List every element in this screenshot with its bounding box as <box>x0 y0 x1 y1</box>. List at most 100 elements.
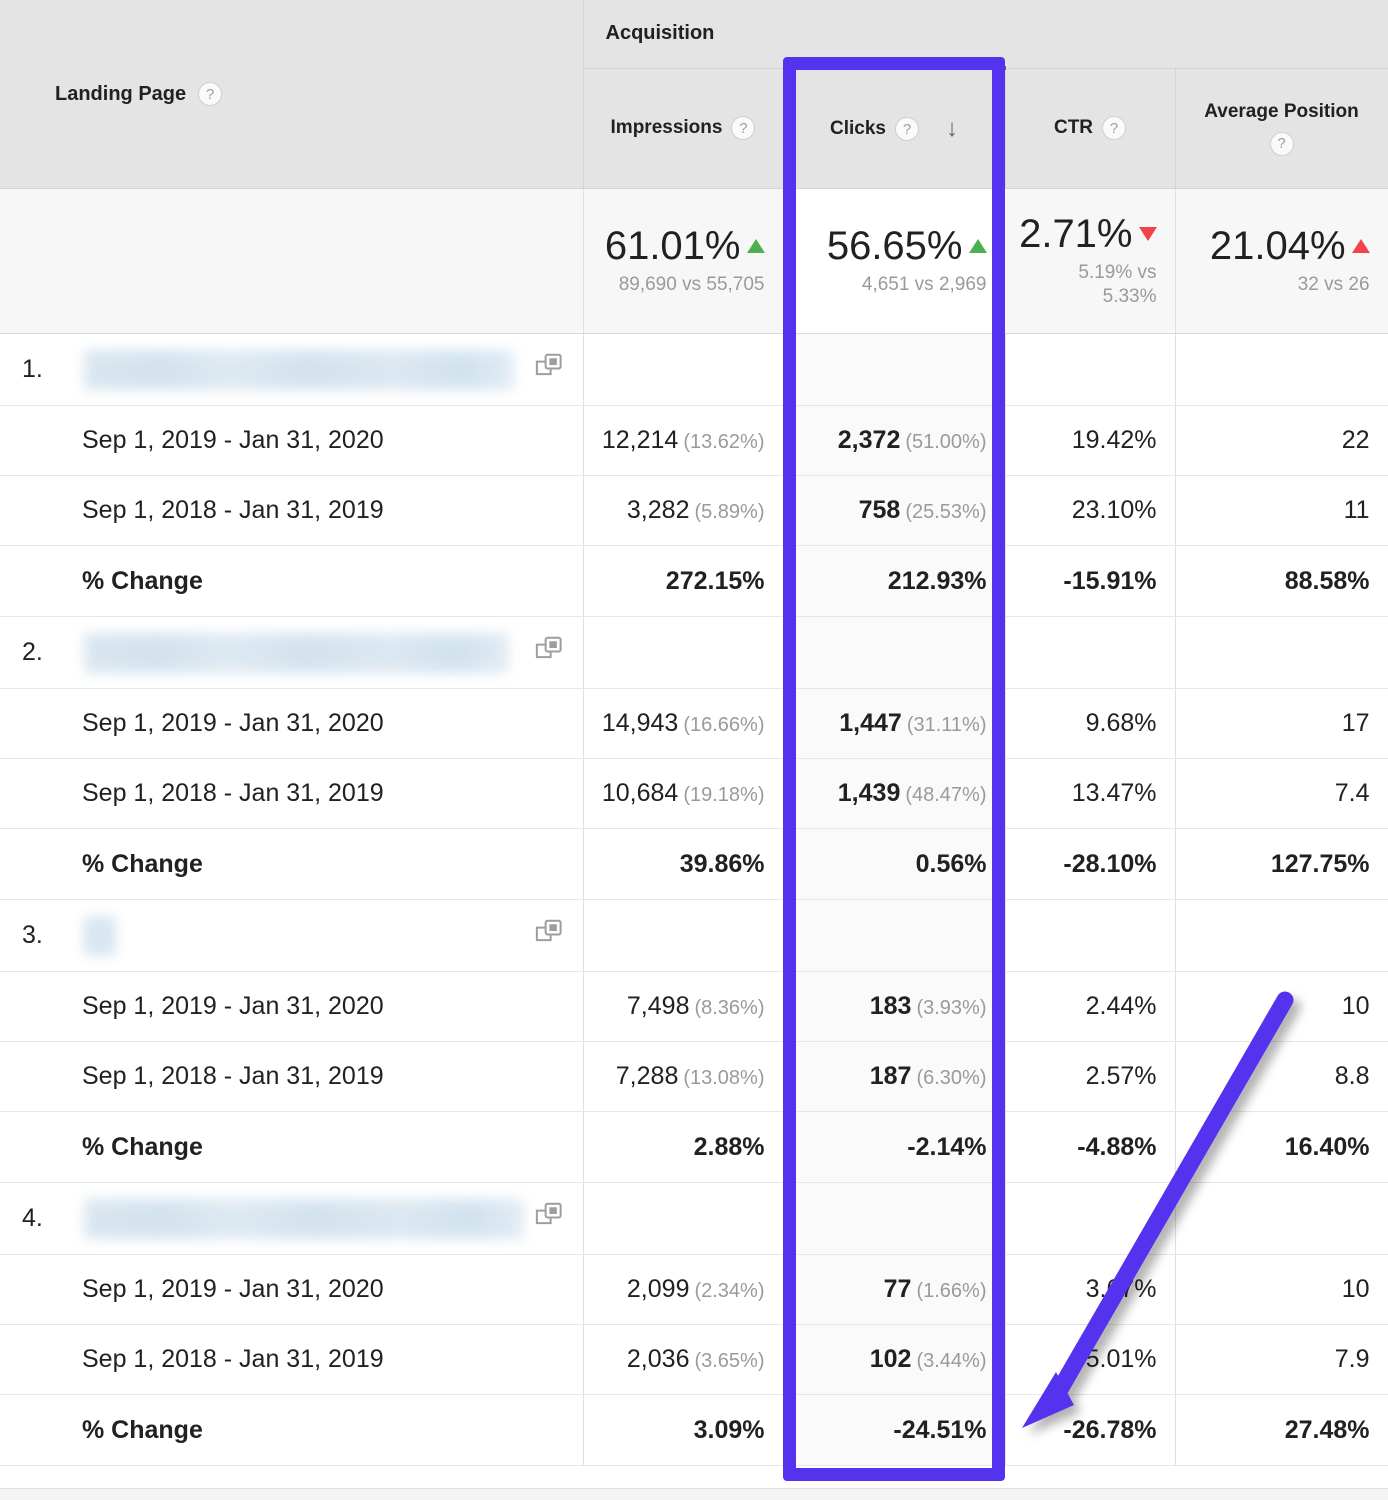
landing-page-cell[interactable]: 2. <box>0 617 583 689</box>
ctr-cell-value: 2.57% <box>1086 1062 1157 1090</box>
summary-impressions-cell: 61.01% 89,690 vs 55,705 <box>583 189 783 334</box>
ctr-cell: 2.44% <box>1005 972 1175 1042</box>
clicks-cell-value: 187 <box>870 1062 912 1090</box>
period-row: Sep 1, 2018 - Jan 31, 20197,288(13.08%)1… <box>0 1042 1388 1112</box>
impressions-cell-share: (2.34%) <box>694 1280 764 1302</box>
ctr-cell-value: 5.01% <box>1086 1345 1157 1373</box>
bottom-edge-strip <box>0 1488 1388 1500</box>
landing-page-header-cell[interactable]: Landing Page ? <box>0 0 583 189</box>
group-row-clicks-blank <box>783 900 1005 972</box>
change-ctr-cell-value: -26.78% <box>1063 1416 1156 1444</box>
ctr-cell: 19.42% <box>1005 406 1175 476</box>
group-row-ctr-blank <box>1005 617 1175 689</box>
summary-ctr-trend-icon <box>1139 227 1157 241</box>
impressions-cell: 10,684(19.18%) <box>583 759 783 829</box>
landing-page-group-row[interactable]: 3. <box>0 900 1388 972</box>
open-in-new-window-icon[interactable] <box>535 351 565 388</box>
change-clicks-cell: 212.93% <box>783 546 1005 617</box>
ctr-cell-value: 19.42% <box>1072 426 1157 454</box>
average-position-cell: 17 <box>1175 689 1388 759</box>
redacted-landing-page-url[interactable] <box>84 916 116 956</box>
ctr-cell: 3.67% <box>1005 1255 1175 1325</box>
impressions-cell-value: 12,214 <box>602 426 678 454</box>
column-header-ctr[interactable]: CTR ? <box>1005 68 1175 188</box>
change-average-position-cell: 27.48% <box>1175 1395 1388 1466</box>
clicks-cell-value: 1,439 <box>838 779 901 807</box>
group-row-clicks-blank <box>783 334 1005 406</box>
change-average-position-cell: 16.40% <box>1175 1112 1388 1183</box>
clicks-cell-share: (31.11%) <box>907 714 987 736</box>
period-row: Sep 1, 2019 - Jan 31, 202014,943(16.66%)… <box>0 689 1388 759</box>
change-average-position-cell: 88.58% <box>1175 546 1388 617</box>
impressions-cell-value: 14,943 <box>602 709 678 737</box>
average-position-cell: 10 <box>1175 972 1388 1042</box>
period-row: Sep 1, 2019 - Jan 31, 20207,498(8.36%)18… <box>0 972 1388 1042</box>
clicks-cell-share: (6.30%) <box>916 1067 986 1089</box>
redacted-landing-page-url[interactable] <box>84 1199 524 1239</box>
percent-change-row: % Change2.88%-2.14%-4.88%16.40% <box>0 1112 1388 1183</box>
landing-page-help-icon[interactable]: ? <box>198 82 222 106</box>
column-header-average-position-label: Average Position <box>1204 101 1359 123</box>
clicks-help-icon[interactable]: ? <box>895 117 919 141</box>
column-header-average-position[interactable]: Average Position ? <box>1175 68 1388 188</box>
column-header-clicks[interactable]: Clicks ? ↓ <box>783 68 1005 188</box>
change-impressions-cell-value: 3.09% <box>694 1416 765 1444</box>
impressions-cell-value: 7,498 <box>627 992 690 1020</box>
change-clicks-cell-value: 0.56% <box>916 850 987 878</box>
open-in-new-window-icon[interactable] <box>535 634 565 671</box>
ctr-cell: 9.68% <box>1005 689 1175 759</box>
redacted-landing-page-url[interactable] <box>84 633 509 673</box>
summary-ctr-compare: 5.19% vs 5.33% <box>1024 261 1157 309</box>
change-ctr-cell: -28.10% <box>1005 829 1175 900</box>
summary-landing-page-blank <box>0 189 583 334</box>
period-row: Sep 1, 2018 - Jan 31, 20192,036(3.65%)10… <box>0 1325 1388 1395</box>
change-clicks-cell: -24.51% <box>783 1395 1005 1466</box>
landing-page-cell[interactable]: 3. <box>0 900 583 972</box>
sort-descending-icon[interactable]: ↓ <box>946 115 958 143</box>
change-impressions-cell: 39.86% <box>583 829 783 900</box>
group-row-impressions-blank <box>583 900 783 972</box>
change-impressions-cell: 2.88% <box>583 1112 783 1183</box>
impressions-help-icon[interactable]: ? <box>731 116 755 140</box>
change-impressions-cell: 272.15% <box>583 546 783 617</box>
impressions-cell: 3,282(5.89%) <box>583 476 783 546</box>
landing-page-header-label: Landing Page <box>55 83 186 106</box>
landing-page-cell[interactable]: 1. <box>0 334 583 406</box>
landing-page-group-row[interactable]: 1. <box>0 334 1388 406</box>
clicks-cell: 187(6.30%) <box>783 1042 1005 1112</box>
period-row: Sep 1, 2019 - Jan 31, 20202,099(2.34%)77… <box>0 1255 1388 1325</box>
column-header-clicks-label: Clicks <box>830 118 886 140</box>
group-row-ctr-blank <box>1005 900 1175 972</box>
redacted-landing-page-url[interactable] <box>84 350 514 390</box>
period-label-cell: Sep 1, 2018 - Jan 31, 2019 <box>0 1042 583 1112</box>
landing-page-cell[interactable]: 4. <box>0 1183 583 1255</box>
impressions-cell: 7,498(8.36%) <box>583 972 783 1042</box>
average-position-cell-value: 17 <box>1342 709 1370 737</box>
percent-change-label-cell: % Change <box>0 1395 583 1466</box>
clicks-cell-value: 77 <box>884 1275 912 1303</box>
impressions-cell-value: 3,282 <box>627 496 690 524</box>
group-row-clicks-blank <box>783 1183 1005 1255</box>
average-position-help-icon[interactable]: ? <box>1270 132 1294 156</box>
ctr-help-icon[interactable]: ? <box>1102 116 1126 140</box>
column-header-impressions[interactable]: Impressions ? <box>583 68 783 188</box>
change-average-position-cell-value: 16.40% <box>1285 1133 1370 1161</box>
open-in-new-window-icon[interactable] <box>535 917 565 954</box>
row-index: 2. <box>22 638 84 667</box>
summary-average-position-value: 21.04% <box>1210 225 1346 267</box>
landing-page-group-row[interactable]: 4. <box>0 1183 1388 1255</box>
period-label-cell: Sep 1, 2019 - Jan 31, 2020 <box>0 406 583 476</box>
period-label-cell: Sep 1, 2018 - Jan 31, 2019 <box>0 759 583 829</box>
change-average-position-cell-value: 88.58% <box>1285 567 1370 595</box>
summary-average-position-compare: 32 vs 26 <box>1194 273 1370 297</box>
average-position-cell-value: 7.4 <box>1335 779 1370 807</box>
change-average-position-cell-value: 27.48% <box>1285 1416 1370 1444</box>
open-in-new-window-icon[interactable] <box>535 1200 565 1237</box>
impressions-cell-share: (13.08%) <box>683 1067 764 1089</box>
landing-page-group-row[interactable]: 2. <box>0 617 1388 689</box>
change-ctr-cell-value: -4.88% <box>1077 1133 1156 1161</box>
percent-change-label-cell: % Change <box>0 829 583 900</box>
ctr-cell: 23.10% <box>1005 476 1175 546</box>
row-index: 3. <box>22 921 84 950</box>
summary-average-position-cell: 21.04% 32 vs 26 <box>1175 189 1388 334</box>
